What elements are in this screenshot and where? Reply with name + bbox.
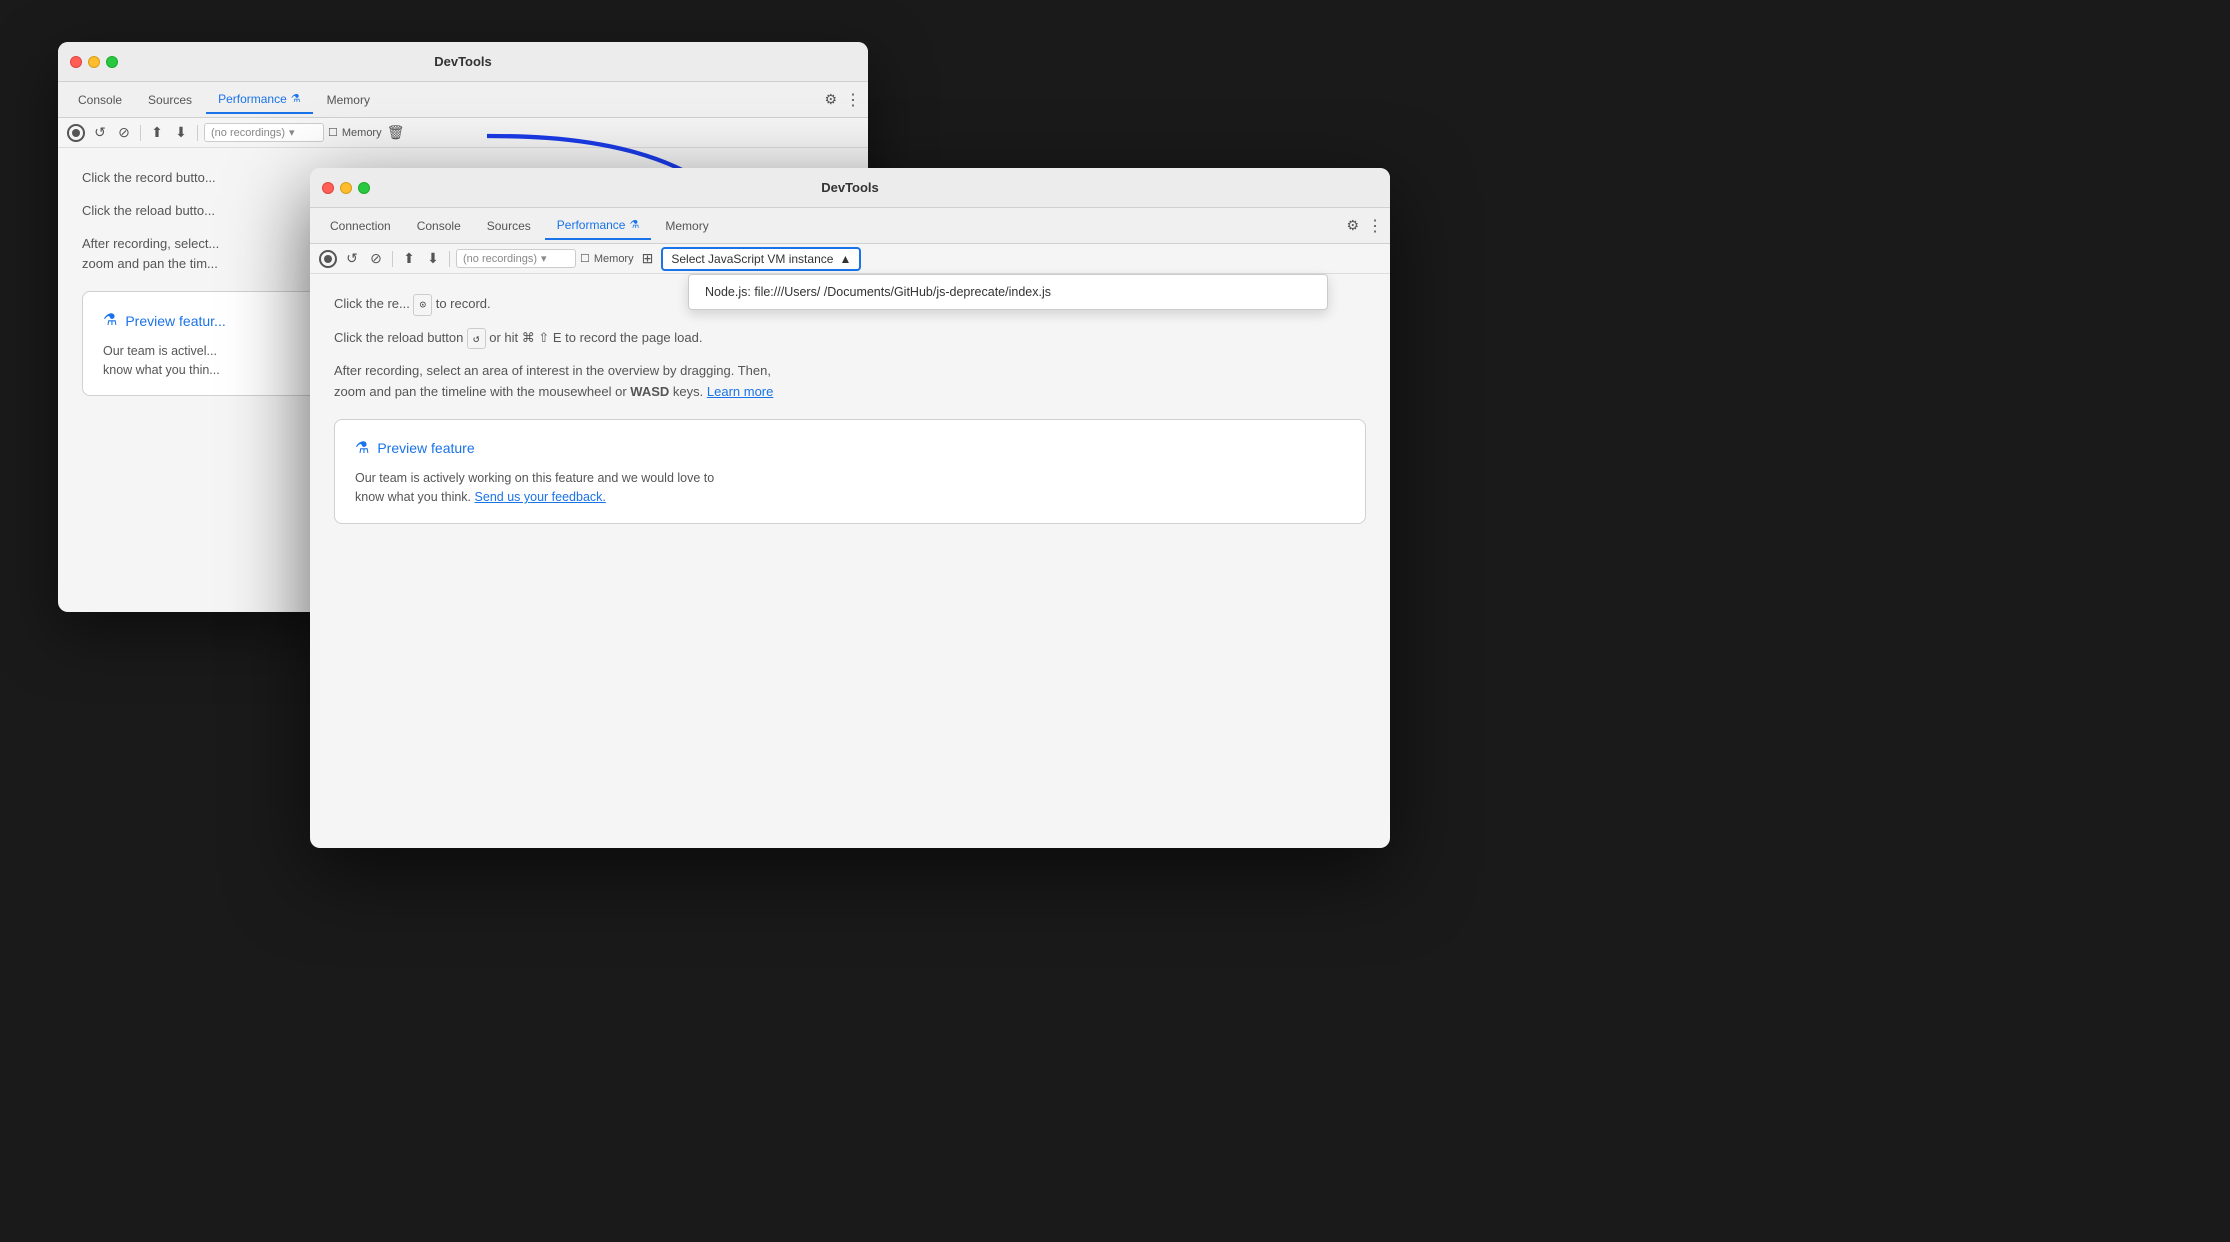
front-line-after: After recording, select an area of inter… [334, 361, 1366, 403]
download-btn-back[interactable]: ⬇ [171, 123, 191, 143]
back-traffic-lights [70, 56, 118, 68]
record-btn-front[interactable] [318, 249, 338, 269]
front-content-scroll[interactable]: Click the re... ⊙ to record. Click the r… [310, 274, 1390, 848]
more-icon-front[interactable]: ⋮ [1367, 216, 1382, 236]
upload-btn-back[interactable]: ⬆ [147, 123, 167, 143]
close-button-front[interactable] [322, 182, 334, 194]
sep1-front [392, 251, 393, 267]
memory-checkbox-back[interactable]: ☐ Memory [328, 126, 382, 139]
cpu-icon-front: ⊞ [642, 250, 654, 267]
front-tab-connection[interactable]: Connection [318, 213, 403, 239]
back-toolbar: ↺ ⊘ ⬆ ⬇ (no recordings) ▾ ☐ Memory 🗑 [58, 118, 868, 148]
front-tab-performance[interactable]: Performance ⚗ [545, 212, 652, 240]
flask-icon-front: ⚗ [355, 436, 369, 462]
dropdown-arrow-front: ▾ [541, 252, 547, 265]
front-tab-console[interactable]: Console [405, 213, 473, 239]
reload-btn-back[interactable]: ↺ [90, 123, 110, 143]
feedback-link[interactable]: Send us your feedback. [475, 490, 606, 504]
front-preview-box: ⚗ Preview feature Our team is actively w… [334, 419, 1366, 524]
front-tab-memory[interactable]: Memory [653, 213, 720, 239]
back-titlebar: DevTools [58, 42, 868, 82]
back-tab-icons: ⚙ ⋮ [824, 90, 860, 110]
maximize-button-front[interactable] [358, 182, 370, 194]
record-key: ⊙ [413, 294, 432, 316]
front-tabs: Connection Console Sources Performance ⚗… [310, 208, 1390, 244]
window-front: DevTools Connection Console Sources Perf… [310, 168, 1390, 848]
front-tab-sources[interactable]: Sources [475, 213, 543, 239]
front-content: Click the re... ⊙ to record. Click the r… [310, 274, 1390, 544]
clear-btn-back[interactable]: ⊘ [114, 123, 134, 143]
front-preview-title: ⚗ Preview feature [355, 436, 1345, 462]
back-tabs: Console Sources Performance ⚗ Memory ⚙ ⋮ [58, 82, 868, 118]
recordings-dropdown-back[interactable]: (no recordings) ▾ [204, 123, 324, 142]
reload-key: ↺ [467, 328, 486, 350]
minimize-button-back[interactable] [88, 56, 100, 68]
front-toolbar: ↺ ⊘ ⬆ ⬇ (no recordings) ▾ ☐ Memory ⊞ Sel… [310, 244, 1390, 274]
sep2-front [449, 251, 450, 267]
trash-btn-back[interactable]: 🗑 [386, 123, 406, 143]
minimize-button-front[interactable] [340, 182, 352, 194]
front-line-reload: Click the reload button ↺ or hit ⌘ ⇧ E t… [334, 328, 1366, 350]
select-vm-button[interactable]: Select JavaScript VM instance ▲ [661, 247, 861, 271]
recordings-dropdown-front[interactable]: (no recordings) ▾ [456, 249, 576, 268]
clear-btn-front[interactable]: ⊘ [366, 249, 386, 269]
more-icon-back[interactable]: ⋮ [845, 90, 860, 110]
front-preview-text: Our team is actively working on this fea… [355, 469, 1345, 507]
perf-icon-front: ⚗ [629, 218, 639, 231]
settings-icon-back[interactable]: ⚙ [824, 91, 837, 108]
dropdown-arrow-back: ▾ [289, 126, 295, 139]
vm-dropdown[interactable]: Node.js: file:///Users/ /Documents/GitHu… [688, 274, 1328, 310]
learn-more-link[interactable]: Learn more [707, 384, 773, 399]
download-btn-front[interactable]: ⬇ [423, 249, 443, 269]
upload-btn-front[interactable]: ⬆ [399, 249, 419, 269]
back-tab-console[interactable]: Console [66, 87, 134, 113]
front-window-inner: DevTools Connection Console Sources Perf… [310, 168, 1390, 848]
memory-checkbox-front[interactable]: ☐ Memory [580, 252, 634, 265]
front-traffic-lights [322, 182, 370, 194]
back-tab-performance[interactable]: Performance ⚗ [206, 86, 313, 114]
flask-icon-back: ⚗ [103, 308, 117, 334]
settings-icon-front[interactable]: ⚙ [1346, 217, 1359, 234]
back-tab-memory[interactable]: Memory [315, 87, 382, 113]
front-window-title: DevTools [821, 180, 879, 195]
close-button-back[interactable] [70, 56, 82, 68]
sep2-back [197, 125, 198, 141]
reload-btn-front[interactable]: ↺ [342, 249, 362, 269]
maximize-button-back[interactable] [106, 56, 118, 68]
vm-arrow-icon: ▲ [839, 252, 851, 266]
vm-dropdown-item[interactable]: Node.js: file:///Users/ /Documents/GitHu… [689, 275, 1327, 309]
front-titlebar: DevTools [310, 168, 1390, 208]
perf-icon: ⚗ [291, 92, 301, 105]
record-btn-back[interactable] [66, 123, 86, 143]
back-window-title: DevTools [434, 54, 492, 69]
front-tab-icons: ⚙ ⋮ [1346, 216, 1382, 236]
sep1-back [140, 125, 141, 141]
back-tab-sources[interactable]: Sources [136, 87, 204, 113]
